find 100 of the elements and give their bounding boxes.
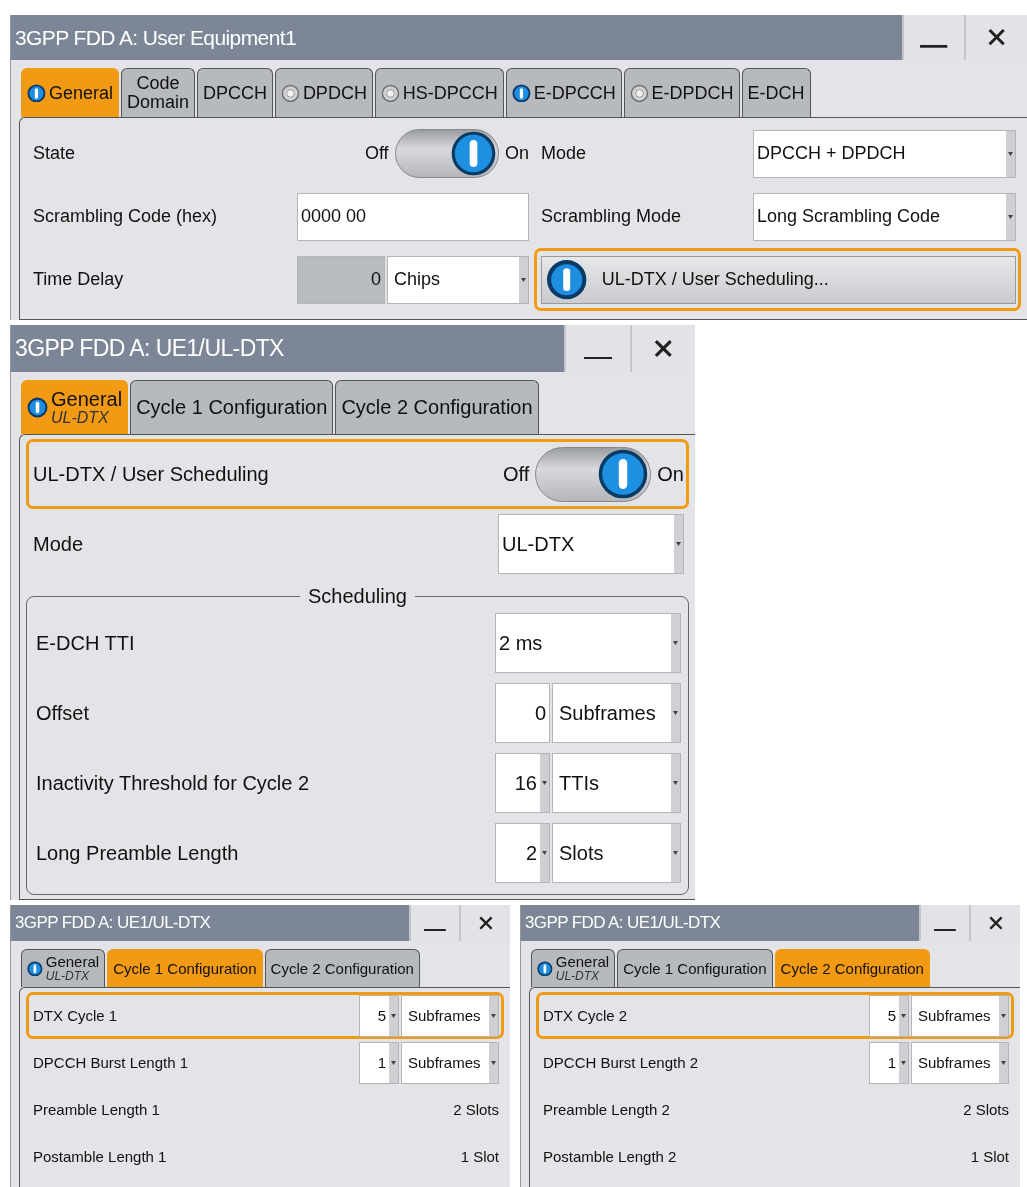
field-label: DTX Cycle 2 (543, 1007, 629, 1024)
field-label: Time Delay (33, 269, 125, 290)
field-label: E-DCH TTI (36, 631, 136, 655)
close-button[interactable] (964, 15, 1027, 60)
value-text: 1 Slot (460, 1148, 499, 1165)
field-label: Long Preamble Length (36, 841, 240, 865)
tab[interactable]: General UL-DTX (21, 949, 106, 987)
tab[interactable]: General UL-DTX (21, 380, 129, 434)
unit-dropdown[interactable]: Subframes (911, 1041, 1009, 1084)
tab[interactable]: HS-DPCCH (374, 68, 504, 117)
caret-icon (542, 851, 547, 855)
field-label: Mode (541, 143, 588, 164)
window-title: 3GPP FDD A: UE1/UL-DTX (14, 334, 285, 363)
close-button[interactable] (629, 325, 695, 372)
caret-icon (542, 781, 547, 785)
unit-dropdown[interactable]: Slots (552, 823, 681, 883)
close-button[interactable] (459, 905, 510, 941)
field-label: Preamble Length 1 (33, 1101, 161, 1118)
tab[interactable]: Cycle 1 Configuration (617, 949, 773, 987)
minimize-icon (934, 929, 957, 932)
field-label: Scrambling Code (hex) (33, 206, 219, 227)
caret-icon (676, 542, 681, 546)
caret-icon (1001, 1013, 1006, 1018)
value-text: 2 Slots (453, 1101, 499, 1118)
minimize-button[interactable] (408, 905, 460, 941)
caret-icon (1008, 214, 1013, 219)
close-button[interactable] (969, 905, 1020, 941)
caret-icon (391, 1060, 396, 1065)
value-field[interactable]: 16 (495, 753, 550, 813)
value-field[interactable]: 5 (359, 994, 399, 1037)
field-label: DTX Cycle 1 (33, 1007, 119, 1024)
on-label: On (657, 462, 684, 486)
field-label: DPCCH Burst Length 2 (543, 1054, 700, 1071)
caret-icon (901, 1060, 906, 1065)
minimize-icon (583, 356, 613, 360)
tab[interactable]: E-DPCCH (505, 68, 622, 117)
caret-icon (491, 1013, 496, 1018)
toggle-switch[interactable] (394, 128, 499, 179)
tab[interactable]: Cycle 1 Configuration (130, 380, 334, 434)
caret-icon (673, 711, 678, 715)
unit-dropdown[interactable]: Subframes (401, 994, 499, 1037)
window-title: 3GPP FDD A: UE1/UL-DTX (524, 912, 722, 934)
caret-icon (673, 641, 678, 645)
dropdown[interactable]: UL-DTX (498, 514, 684, 574)
field-label: Scrambling Mode (541, 206, 683, 227)
tab[interactable]: General (21, 68, 119, 117)
tab[interactable]: Cycle 1 Configuration (107, 949, 263, 987)
minimize-button[interactable] (901, 15, 965, 60)
caret-icon (1008, 151, 1013, 156)
tab[interactable]: DPDCH (275, 68, 373, 117)
field-label: State (33, 143, 77, 164)
value-field[interactable]: 0 (495, 683, 550, 743)
value-field[interactable]: 1 (869, 1041, 909, 1084)
value-text: 2 Slots (963, 1101, 1009, 1118)
unit-dropdown[interactable]: TTIs (552, 753, 681, 813)
caret-icon (391, 1013, 396, 1018)
off-label: Off (364, 143, 389, 164)
dropdown[interactable]: DPCCH + DPDCH (753, 129, 1016, 178)
tab[interactable]: Cycle 2 Configuration (774, 949, 930, 987)
unit-dropdown[interactable]: Subframes (911, 994, 1009, 1037)
field-label: DPCCH Burst Length 1 (33, 1054, 190, 1071)
caret-icon (673, 851, 678, 855)
tab[interactable]: E-DPDCH (623, 68, 740, 117)
tab[interactable]: Cycle 2 Configuration (335, 380, 539, 434)
text-input-field[interactable]: 0000 00 (297, 192, 529, 241)
window-title: 3GPP FDD A: User Equipment1 (14, 24, 298, 51)
field-label: UL-DTX / User Scheduling (33, 462, 270, 486)
caret-icon (521, 277, 526, 282)
dropdown[interactable]: 2 ms (495, 613, 681, 673)
field-label: Preamble Length 2 (543, 1101, 671, 1118)
value-field[interactable]: 5 (869, 994, 909, 1037)
unit-dropdown[interactable]: Subframes (552, 683, 681, 743)
value-field[interactable]: 1 (359, 1041, 399, 1084)
off-label: Off (503, 462, 530, 486)
toggle-knob[interactable] (598, 449, 649, 499)
group-title: Scheduling (307, 585, 408, 608)
caret-icon (673, 781, 678, 785)
field-label: Postamble Length 2 (543, 1148, 678, 1165)
tab[interactable]: General UL-DTX (531, 949, 616, 987)
caret-icon (901, 1013, 906, 1018)
minimize-button[interactable] (918, 905, 970, 941)
tab[interactable]: Code Domain (120, 68, 195, 117)
on-label: On (505, 143, 529, 164)
field-label: Inactivity Threshold for Cycle 2 (36, 771, 311, 795)
field-label: Postamble Length 1 (33, 1148, 168, 1165)
toggle-knob[interactable] (451, 131, 497, 176)
caret-icon (1001, 1060, 1006, 1065)
tab[interactable]: Cycle 2 Configuration (264, 949, 420, 987)
caret-icon (491, 1060, 496, 1065)
dropdown[interactable]: Long Scrambling Code (753, 192, 1016, 241)
value-field[interactable]: 2 (495, 823, 550, 883)
ul-dtx-button[interactable]: UL-DTX / User Scheduling... (541, 255, 1016, 304)
window-title: 3GPP FDD A: UE1/UL-DTX (14, 912, 212, 934)
minimize-icon (920, 45, 948, 48)
value-text: 1 Slot (970, 1148, 1009, 1165)
tab[interactable]: E-DCH (741, 68, 811, 117)
field-label: Offset (36, 701, 90, 725)
tab[interactable]: DPCCH (196, 68, 273, 117)
minimize-icon (424, 929, 447, 932)
unit-dropdown[interactable]: Subframes (401, 1041, 499, 1084)
